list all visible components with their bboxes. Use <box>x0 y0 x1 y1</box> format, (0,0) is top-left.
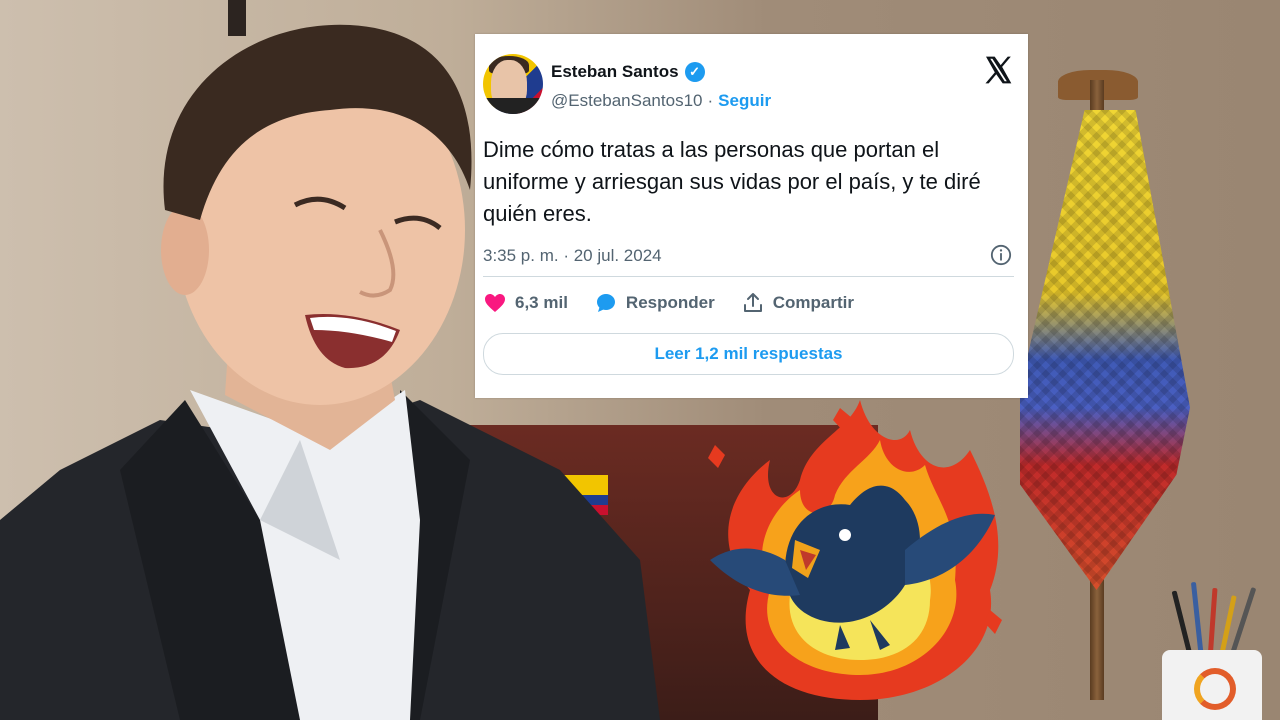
tweet-header: Esteban Santos ✓ @EstebanSantos10 · Segu… <box>483 54 1014 116</box>
author-handle[interactable]: @EstebanSantos10 <box>551 91 702 111</box>
tweet-meta: 3:35 p. m. · 20 jul. 2024 <box>483 242 1014 270</box>
tweet-text: Dime cómo tratas a las personas que port… <box>483 137 981 226</box>
tweet-timestamp[interactable]: 3:35 p. m. · 20 jul. 2024 <box>483 246 662 265</box>
burning-bird-sticker <box>708 400 1002 700</box>
verified-badge-icon: ✓ <box>684 62 705 82</box>
info-icon[interactable] <box>990 244 1012 266</box>
x-logo-icon[interactable] <box>982 54 1014 86</box>
like-count: 6,3 mil <box>515 293 568 312</box>
tweet-actions: 6,3 mil Responder Compartir <box>483 277 1014 329</box>
mug-logo <box>1194 668 1236 710</box>
handle-separator: · <box>707 91 714 110</box>
ember-left <box>708 445 725 468</box>
share-label: Compartir <box>772 293 854 312</box>
handle-line: @EstebanSantos10 · Seguir <box>551 91 771 111</box>
read-replies-button[interactable]: Leer 1,2 mil respuestas <box>483 333 1014 375</box>
like-action[interactable]: 6,3 mil <box>483 291 568 315</box>
bird-eye <box>839 529 851 541</box>
author-name-line: Esteban Santos ✓ <box>551 62 705 82</box>
coffee-mug <box>1162 650 1262 720</box>
reply-action[interactable]: Responder <box>594 291 715 315</box>
follow-button[interactable]: Seguir <box>718 91 771 111</box>
author-avatar[interactable] <box>483 54 543 114</box>
tweet-card[interactable]: Esteban Santos ✓ @EstebanSantos10 · Segu… <box>475 34 1028 398</box>
share-upload-icon <box>743 293 762 312</box>
reply-label: Responder <box>625 293 715 312</box>
avatar-suit <box>483 98 543 114</box>
pen-holder <box>1170 580 1270 661</box>
heart-icon <box>485 294 505 312</box>
share-action[interactable]: Compartir <box>741 291 854 315</box>
speech-bubble-icon <box>596 294 615 312</box>
author-name[interactable]: Esteban Santos <box>551 62 679 82</box>
ear <box>161 205 209 295</box>
